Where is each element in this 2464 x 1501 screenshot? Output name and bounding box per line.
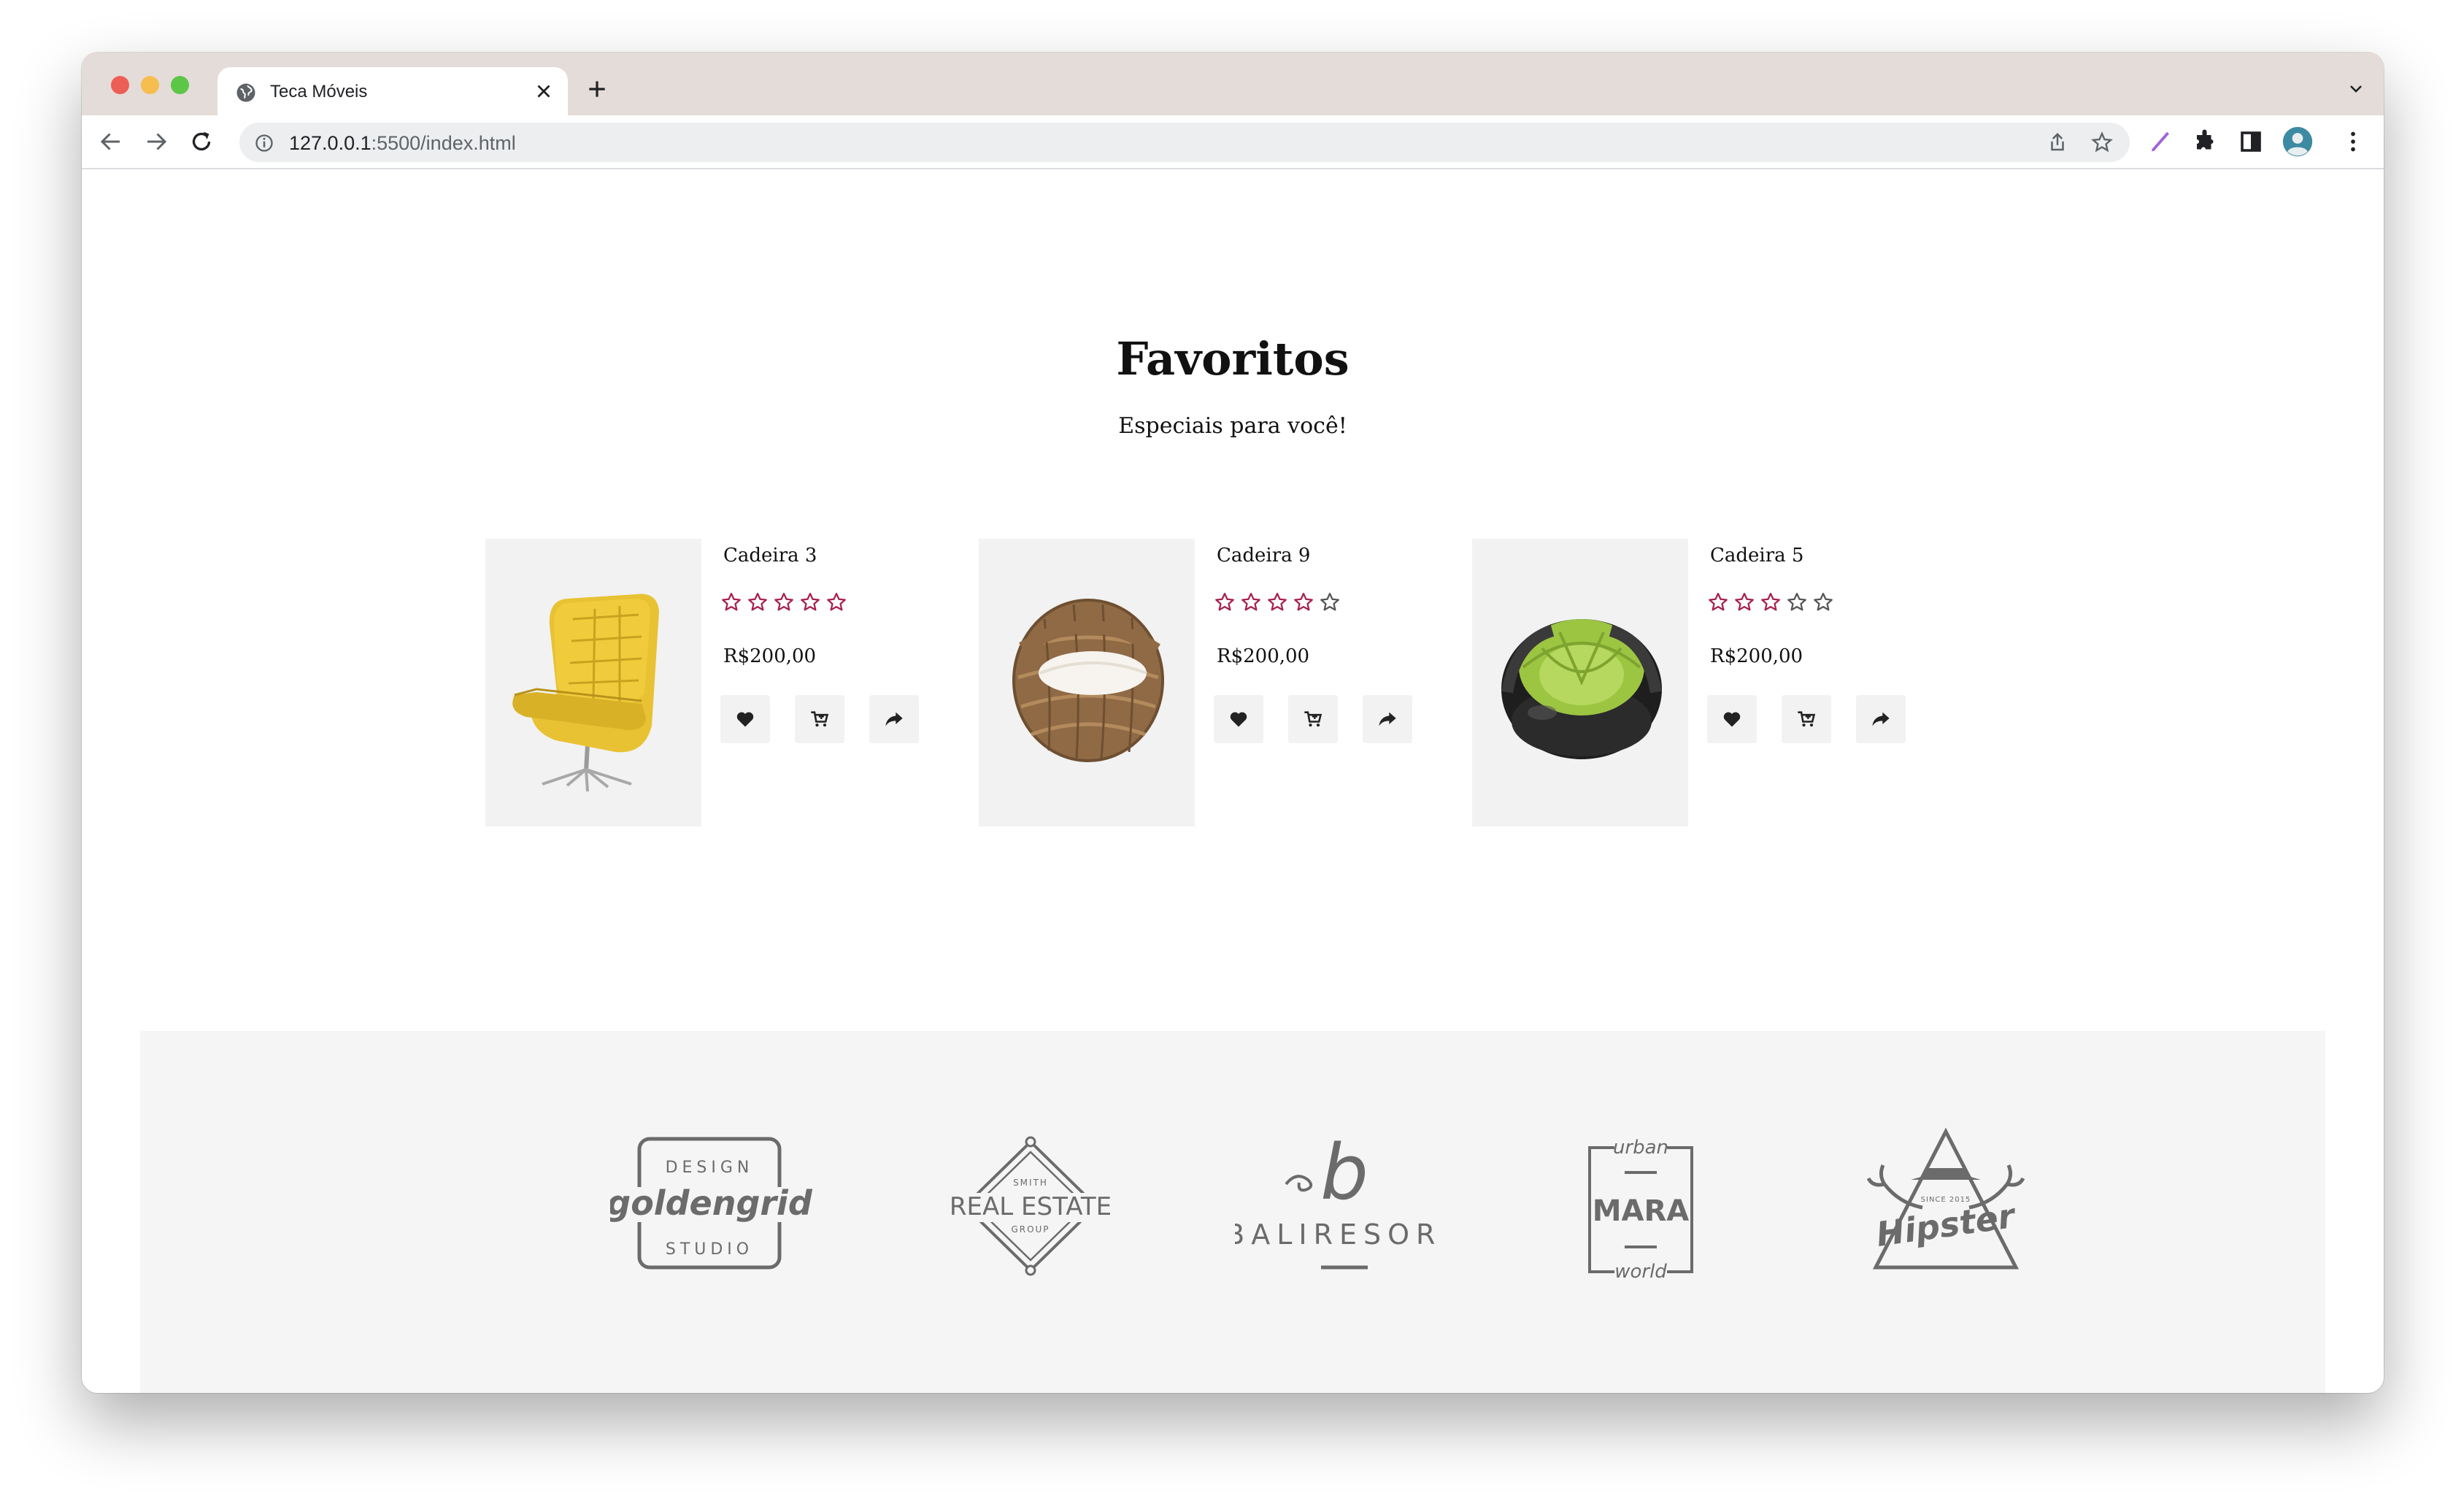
star-icon[interactable] [1266, 591, 1288, 613]
share-button[interactable] [869, 695, 919, 743]
close-window-button[interactable] [111, 76, 129, 94]
product-price: R$200,00 [1710, 645, 1803, 667]
product-card: Cadeira 3 R$200,00 [485, 539, 952, 826]
cart-icon [1798, 711, 1816, 727]
product-name[interactable]: Cadeira 3 [723, 543, 817, 568]
cart-icon [811, 711, 829, 727]
add-to-cart-button[interactable] [795, 695, 844, 743]
star-icon[interactable] [773, 591, 795, 613]
back-arrow-icon[interactable] [98, 128, 124, 155]
star-icon[interactable] [1760, 591, 1782, 613]
minimize-window-button[interactable] [141, 76, 159, 94]
chevron-down-icon[interactable] [2346, 80, 2366, 98]
star-icon[interactable] [1293, 591, 1314, 613]
browser-toolbar: 127.0.0.1:5500/index.html [82, 115, 2384, 169]
browser-tab[interactable]: Teca Móveis [217, 67, 568, 115]
section-title: Favoritos [1116, 332, 1350, 385]
product-name[interactable]: Cadeira 5 [1710, 543, 1803, 568]
baliresort-logo: b BALIRESORT [1225, 1111, 1457, 1316]
browser-window: Teca Móveis 127.0.0.1:5500/index.html Fa… [82, 53, 2384, 1393]
hipster-middle-text: Hipster [1874, 1196, 2019, 1254]
star-icon[interactable] [1707, 591, 1729, 613]
share-arrow-icon [1872, 712, 1890, 726]
baliresort-text: BALIRESORT [1235, 1218, 1439, 1251]
url-text[interactable]: 127.0.0.1:5500/index.html [289, 132, 516, 154]
product-actions [1214, 695, 1412, 743]
star-icon[interactable] [799, 591, 821, 613]
mara-logo: urban MARA world [1546, 1111, 1750, 1316]
profile-avatar-icon[interactable] [2282, 126, 2314, 158]
baliresort-mark: b [1320, 1128, 1368, 1217]
realestate-bottom-text: GROUP [1011, 1224, 1050, 1235]
share-icon[interactable] [2047, 131, 2068, 153]
bookmark-star-icon[interactable] [2090, 131, 2114, 154]
product-rating [720, 591, 847, 616]
goldengrid-logo: DESIGN goldengrid STUDIO [607, 1111, 815, 1316]
add-to-cart-button[interactable] [1782, 695, 1831, 743]
pen-extension-icon[interactable] [2147, 128, 2174, 155]
cart-icon [1304, 711, 1323, 727]
goldengrid-top-text: DESIGN [666, 1159, 754, 1177]
close-tab-icon[interactable] [533, 80, 555, 102]
add-to-cart-button[interactable] [1288, 695, 1338, 743]
new-tab-icon[interactable] [585, 77, 609, 101]
favorite-button[interactable] [1707, 695, 1757, 743]
favorite-button[interactable] [1214, 695, 1263, 743]
mara-bottom-text: world [1614, 1261, 1667, 1283]
star-icon[interactable] [1319, 591, 1341, 613]
section-subtitle: Especiais para você! [1118, 413, 1347, 439]
browser-menu-icon[interactable] [2340, 128, 2366, 155]
star-icon[interactable] [825, 591, 847, 613]
mara-top-text: urban [1613, 1137, 1668, 1159]
heart-icon [1723, 712, 1741, 727]
forward-arrow-icon[interactable] [143, 128, 169, 155]
product-image-inflatable-green-chair[interactable] [1472, 539, 1688, 826]
extensions-puzzle-icon[interactable] [2192, 128, 2219, 155]
share-button[interactable] [1363, 695, 1412, 743]
reload-icon[interactable] [188, 128, 215, 155]
share-button[interactable] [1856, 695, 1906, 743]
page-viewport: Favoritos Especiais para você! Cadeira 3… [82, 169, 2384, 1393]
side-panel-icon[interactable] [2238, 128, 2264, 155]
brand-logos-section: DESIGN goldengrid STUDIO SMITH REAL ESTA… [140, 1031, 2325, 1393]
product-price: R$200,00 [723, 645, 817, 667]
address-bar[interactable]: 127.0.0.1:5500/index.html [239, 123, 2130, 162]
realestate-middle-text: REAL ESTATE [950, 1192, 1112, 1221]
product-image-yellow-armchair[interactable] [485, 539, 701, 826]
star-icon[interactable] [720, 591, 742, 613]
star-icon[interactable] [747, 591, 769, 613]
hipster-logo: SINCE 2015 Hipster [1841, 1111, 2045, 1316]
product-name[interactable]: Cadeira 9 [1217, 543, 1310, 568]
globe-icon [236, 83, 255, 102]
star-icon[interactable] [1786, 591, 1808, 613]
goldengrid-bottom-text: STUDIO [666, 1240, 753, 1259]
product-price: R$200,00 [1217, 645, 1310, 667]
product-rating [1707, 591, 1834, 616]
tab-title: Teca Móveis [270, 82, 368, 101]
product-rating [1214, 591, 1341, 616]
goldengrid-middle-text: goldengrid [610, 1183, 813, 1223]
product-image-wicker-egg-chair[interactable] [979, 539, 1195, 826]
url-host: 127.0.0.1 [289, 132, 371, 154]
product-card: Cadeira 5 R$200,00 [1472, 539, 1939, 826]
share-arrow-icon [1379, 712, 1396, 726]
heart-icon [736, 712, 754, 727]
info-icon[interactable] [254, 133, 274, 153]
star-icon[interactable] [1812, 591, 1834, 613]
tab-strip: Teca Móveis [82, 53, 2384, 115]
url-path: :5500/index.html [371, 132, 516, 154]
favorite-button[interactable] [720, 695, 770, 743]
star-icon[interactable] [1733, 591, 1755, 613]
realestate-top-text: SMITH [1013, 1178, 1048, 1188]
realestate-logo: SMITH REAL ESTATE GROUP [928, 1111, 1133, 1316]
product-actions [1707, 695, 1906, 743]
product-actions [720, 695, 919, 743]
star-icon[interactable] [1214, 591, 1236, 613]
star-icon[interactable] [1240, 591, 1262, 613]
heart-icon [1230, 712, 1247, 727]
mara-middle-text: MARA [1593, 1194, 1690, 1228]
share-arrow-icon [885, 712, 903, 726]
product-card: Cadeira 9 R$200,00 [979, 539, 1446, 826]
maximize-window-button[interactable] [171, 76, 189, 94]
